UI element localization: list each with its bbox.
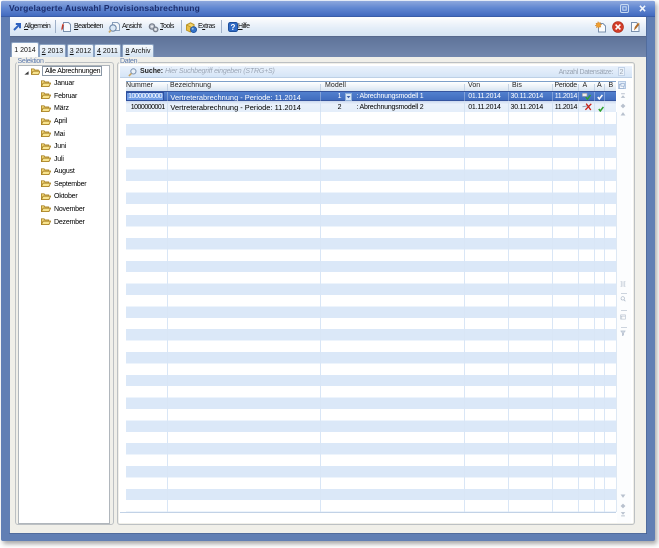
svg-text:?: ?	[230, 22, 235, 31]
